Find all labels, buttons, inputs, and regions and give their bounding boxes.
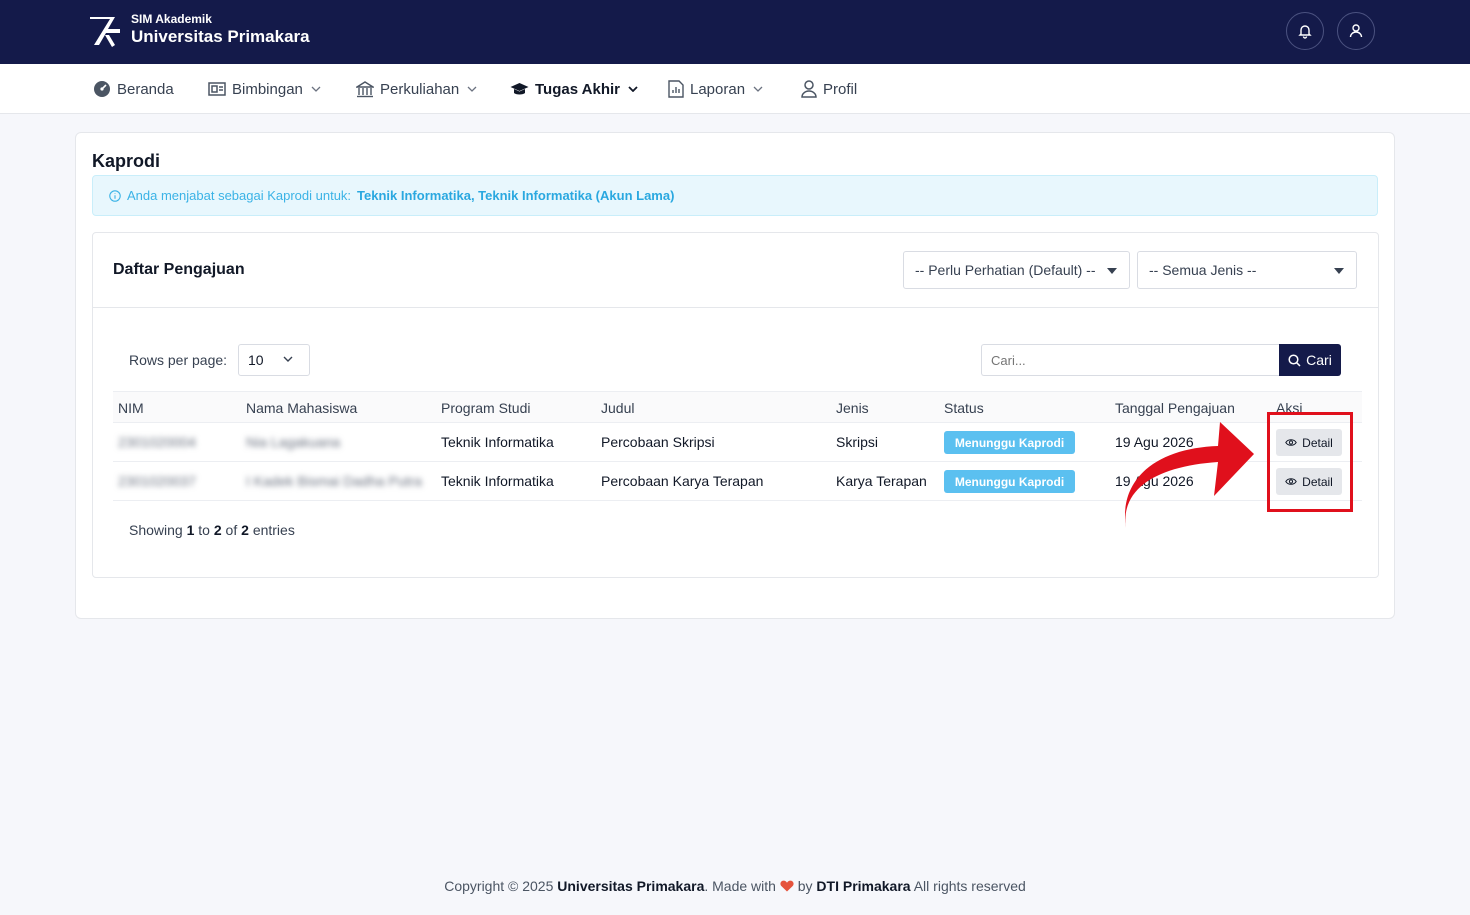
nav-label: Beranda: [117, 80, 174, 98]
nav-item-perkuliahan[interactable]: Perkuliahan: [356, 78, 477, 100]
showing-to: 2: [213, 522, 222, 538]
column-prodi[interactable]: Program Studi: [441, 400, 530, 416]
annotation-highlight-box: [1267, 412, 1353, 512]
bell-icon: [1298, 25, 1312, 39]
graduation-cap-icon: [510, 82, 529, 94]
nav-label: Bimbingan: [232, 80, 303, 98]
nav-label: Profil: [823, 80, 858, 98]
column-nama[interactable]: Nama Mahasiswa: [246, 400, 357, 416]
cell-judul: Percobaan Skripsi: [601, 434, 715, 450]
board-icon: [208, 82, 226, 96]
page-title: Kaprodi: [92, 151, 161, 171]
nav-label: Perkuliahan: [380, 80, 460, 98]
nav-item-beranda[interactable]: Beranda: [93, 78, 174, 100]
cell-judul: Percobaan Karya Terapan: [601, 473, 764, 489]
panel-header: Daftar Pengajuan -- Perlu Perhatian (Def…: [93, 233, 1378, 308]
cell-nama: Nia Lagakuana: [246, 434, 341, 450]
column-status[interactable]: Status: [944, 400, 984, 416]
cell-prodi: Teknik Informatika: [441, 434, 554, 450]
rows-per-page-select[interactable]: 10: [238, 344, 310, 376]
cell-nim: 2301020037: [118, 473, 196, 489]
cell-jenis: Karya Terapan: [836, 473, 927, 489]
search-button-label: Cari: [1306, 352, 1332, 368]
footer-rights: All rights reserved: [913, 878, 1026, 894]
chevron-down-icon: [628, 86, 638, 92]
footer: Copyright © 2025 Universitas Primakara. …: [0, 878, 1470, 894]
panel-title: Daftar Pengajuan: [113, 261, 245, 278]
column-judul[interactable]: Judul: [601, 400, 634, 416]
top-bar: SIM Akademik Universitas Primakara: [0, 0, 1470, 64]
cell-jenis: Skripsi: [836, 434, 879, 450]
nav-item-laporan[interactable]: Laporan: [668, 78, 763, 100]
search-input[interactable]: [981, 344, 1280, 376]
showing-suffix: entries: [252, 522, 295, 538]
cell-nama: I Kadek Bismai Dadha Putra: [246, 473, 422, 489]
nav-label: Laporan: [690, 80, 746, 98]
main-navigation: Beranda Bimbingan Perkuliahan Tugas Akhi…: [0, 64, 1470, 114]
footer-copyright: Copyright © 2025: [444, 878, 554, 894]
footer-team[interactable]: DTI Primakara: [816, 878, 910, 894]
showing-total: 2: [241, 522, 249, 538]
brand-title: Universitas Primakara: [131, 27, 310, 46]
nav-item-bimbingan[interactable]: Bimbingan: [208, 78, 321, 100]
chevron-down-icon: [283, 356, 293, 362]
rows-per-page-label: Rows per page:: [129, 352, 228, 368]
cell-nim: 2301020004: [118, 434, 196, 450]
status-badge: Menunggu Kaprodi: [944, 431, 1075, 454]
footer-by: by: [797, 878, 813, 894]
chevron-down-icon: [753, 86, 763, 92]
status-filter-value: -- Perlu Perhatian (Default) --: [915, 262, 1096, 278]
kaprodi-card: Kaprodi Anda menjabat sebagai Kaprodi un…: [75, 132, 1395, 619]
notification-button[interactable]: [1286, 12, 1324, 50]
user-icon: [1349, 24, 1363, 38]
heart-icon: [780, 880, 794, 892]
info-icon: [109, 189, 121, 202]
search-icon: [1288, 353, 1301, 367]
nav-item-tugas-akhir[interactable]: Tugas Akhir: [510, 78, 638, 100]
nav-item-profil[interactable]: Profil: [801, 78, 857, 100]
chevron-down-icon: [311, 86, 321, 92]
report-icon: [668, 80, 684, 98]
footer-made-with: . Made with: [704, 878, 776, 894]
column-tanggal[interactable]: Tanggal Pengajuan: [1115, 400, 1235, 416]
caret-down-icon: [1107, 268, 1117, 274]
brand-subtitle: SIM Akademik: [131, 12, 212, 26]
primakara-logo-icon: [90, 17, 120, 47]
showing-prefix: Showing: [129, 522, 183, 538]
chevron-down-icon: [467, 86, 477, 92]
alert-text: Anda menjabat sebagai Kaprodi untuk:: [127, 188, 352, 203]
nav-label: Tugas Akhir: [535, 80, 621, 98]
search-button[interactable]: Cari: [1279, 344, 1341, 376]
footer-org[interactable]: Universitas Primakara: [557, 878, 704, 894]
caret-down-icon: [1334, 268, 1344, 274]
dashboard-icon: [94, 81, 110, 97]
user-menu-button[interactable]: [1337, 12, 1375, 50]
status-filter-select[interactable]: -- Perlu Perhatian (Default) --: [903, 251, 1130, 289]
building-icon: [356, 80, 374, 97]
status-badge: Menunggu Kaprodi: [944, 470, 1075, 493]
column-jenis[interactable]: Jenis: [836, 400, 869, 416]
showing-from: 1: [186, 522, 195, 538]
pagination-info: Showing 1 to 2 of 2 entries: [129, 522, 295, 538]
rows-per-page-value: 10: [248, 352, 264, 368]
showing-to-word: to: [198, 522, 210, 538]
column-nim[interactable]: NIM: [118, 400, 144, 416]
showing-of-word: of: [225, 522, 238, 538]
user-icon: [801, 80, 817, 98]
alert-programs: Teknik Informatika, Teknik Informatika (…: [357, 188, 675, 203]
cell-prodi: Teknik Informatika: [441, 473, 554, 489]
type-filter-select[interactable]: -- Semua Jenis --: [1137, 251, 1357, 289]
annotation-arrow-icon: [1124, 422, 1254, 528]
info-alert: Anda menjabat sebagai Kaprodi untuk: Tek…: [92, 175, 1378, 216]
type-filter-value: -- Semua Jenis --: [1149, 262, 1257, 278]
